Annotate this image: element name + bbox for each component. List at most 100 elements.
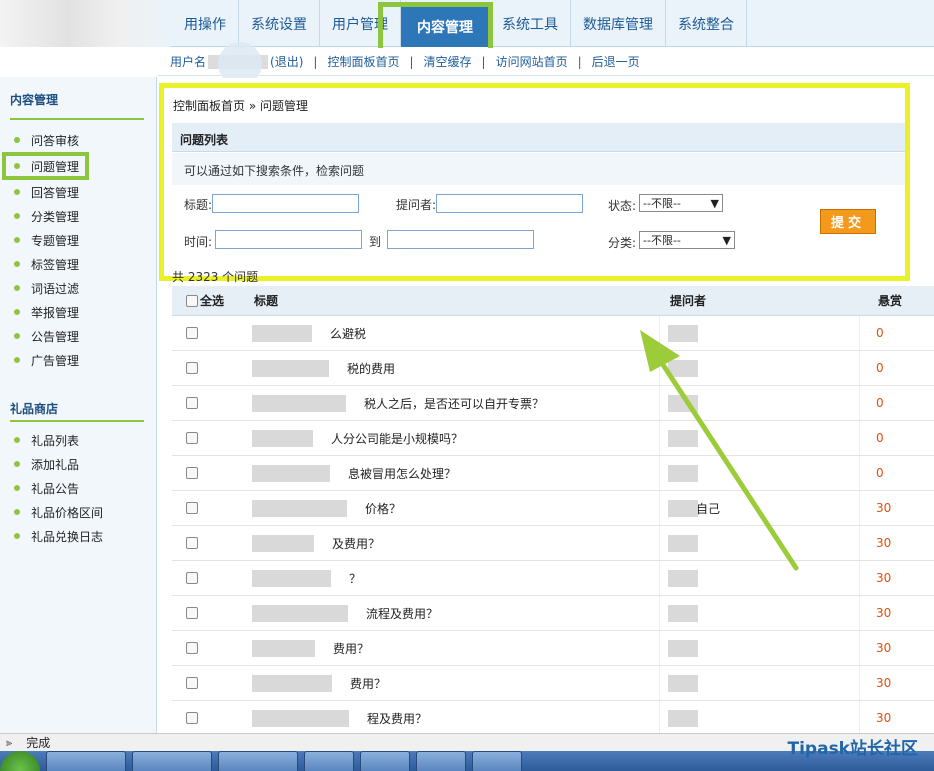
table-row[interactable]: 息被冒用怎么处理？ 0 xyxy=(172,456,934,491)
row-title-cell[interactable]: 价格？ xyxy=(250,491,660,525)
sidebar-item-topic-management[interactable]: 专题管理 xyxy=(0,228,156,252)
taskbar-app[interactable] xyxy=(46,751,126,771)
table-row[interactable]: ？ 30 xyxy=(172,561,934,596)
row-select-cell[interactable] xyxy=(172,467,250,479)
row-checkbox[interactable] xyxy=(186,572,198,584)
row-checkbox[interactable] xyxy=(186,432,198,444)
link-control-panel-home[interactable]: 控制面板首页 xyxy=(327,53,399,70)
row-title-cell[interactable]: 费用？ xyxy=(250,631,660,665)
row-checkbox[interactable] xyxy=(186,502,198,514)
start-button[interactable] xyxy=(0,751,40,771)
row-select-cell[interactable] xyxy=(172,607,250,619)
row-select-cell[interactable] xyxy=(172,432,250,444)
nav-tab-database-management[interactable]: 数据库管理 xyxy=(571,0,666,47)
table-row[interactable]: 及费用？ 30 xyxy=(172,526,934,561)
question-title[interactable]: 费用？ xyxy=(350,675,386,692)
select-all-checkbox[interactable] xyxy=(186,294,198,307)
row-checkbox[interactable] xyxy=(186,607,198,619)
row-checkbox[interactable] xyxy=(186,397,198,409)
taskbar-app[interactable] xyxy=(218,751,298,771)
table-row[interactable]: 价格？ 自己 30 xyxy=(172,491,934,526)
question-title[interactable]: 费用？ xyxy=(333,640,369,657)
question-title[interactable]: 流程及费用？ xyxy=(366,605,438,622)
row-title-cell[interactable]: 人分公司能是小规模吗？ xyxy=(250,421,660,455)
question-title[interactable]: ？ xyxy=(349,570,361,587)
redacted-text xyxy=(668,709,698,727)
logout-link[interactable]: 退出 xyxy=(275,55,299,69)
question-title[interactable]: 人分公司能是小规模吗？ xyxy=(331,430,463,447)
row-select-cell[interactable] xyxy=(172,712,250,724)
table-row[interactable]: 费用？ 30 xyxy=(172,631,934,666)
row-title-cell[interactable]: 及费用？ xyxy=(250,526,660,560)
nav-tab-operations[interactable]: 用操作 xyxy=(172,0,239,47)
question-title[interactable]: 么避税 xyxy=(330,325,366,342)
bullet-icon xyxy=(14,509,20,515)
taskbar-app[interactable] xyxy=(132,751,212,771)
row-title-cell[interactable]: 流程及费用？ xyxy=(250,596,660,630)
bullet-icon xyxy=(14,437,20,443)
question-title[interactable]: 及费用？ xyxy=(332,535,380,552)
nav-tab-system-tools[interactable]: 系统工具 xyxy=(490,0,571,47)
sidebar-item-tag-management[interactable]: 标签管理 xyxy=(0,252,156,276)
sidebar-item-question-management[interactable]: 问题管理 xyxy=(2,152,89,180)
sidebar-item-add-gift[interactable]: 添加礼品 xyxy=(0,452,156,476)
row-title-cell[interactable]: 息被冒用怎么处理？ xyxy=(250,456,660,490)
row-checkbox[interactable] xyxy=(186,712,198,724)
row-checkbox[interactable] xyxy=(186,537,198,549)
sidebar-item-report-management[interactable]: 举报管理 xyxy=(0,300,156,324)
row-checkbox[interactable] xyxy=(186,327,198,339)
question-title[interactable]: 息被冒用怎么处理？ xyxy=(348,465,456,482)
question-title[interactable]: 价格？ xyxy=(365,500,401,517)
taskbar-app[interactable] xyxy=(304,751,354,771)
taskbar-app[interactable] xyxy=(360,751,410,771)
nav-tab-system-integration[interactable]: 系统整合 xyxy=(666,0,747,47)
sidebar-item-label: 问题管理 xyxy=(31,159,80,174)
row-title-cell[interactable]: 程及费用？ xyxy=(250,701,660,735)
row-checkbox[interactable] xyxy=(186,467,198,479)
link-go-back[interactable]: 后退一页 xyxy=(592,53,640,70)
row-select-cell[interactable] xyxy=(172,362,250,374)
select-all-cell[interactable]: 全选 xyxy=(172,292,250,309)
sidebar-item-gift-notice[interactable]: 礼品公告 xyxy=(0,476,156,500)
row-asker-cell xyxy=(660,421,860,455)
question-title[interactable]: 税人之后，是否还可以自开专票？ xyxy=(364,395,544,412)
link-visit-site[interactable]: 访问网站首页 xyxy=(496,53,568,70)
sidebar-item-category-management[interactable]: 分类管理 xyxy=(0,204,156,228)
row-select-cell[interactable] xyxy=(172,537,250,549)
table-row[interactable]: 税的费用 0 xyxy=(172,351,934,386)
sidebar-item-ad-management[interactable]: 广告管理 xyxy=(0,348,156,372)
row-checkbox[interactable] xyxy=(186,362,198,374)
table-row[interactable]: 税人之后，是否还可以自开专票？ 0 xyxy=(172,386,934,421)
table-row[interactable]: 流程及费用？ 30 xyxy=(172,596,934,631)
link-clear-cache[interactable]: 清空缓存 xyxy=(424,53,472,70)
sidebar-item-qa-review[interactable]: 问答审核 xyxy=(0,128,156,152)
row-select-cell[interactable] xyxy=(172,642,250,654)
row-title-cell[interactable]: 税人之后，是否还可以自开专票？ xyxy=(250,386,660,420)
sidebar-item-gift-price-range[interactable]: 礼品价格区间 xyxy=(0,500,156,524)
taskbar-app[interactable] xyxy=(472,751,522,771)
sidebar-item-notice-management[interactable]: 公告管理 xyxy=(0,324,156,348)
nav-tab-system-settings[interactable]: 系统设置 xyxy=(239,0,320,47)
row-checkbox[interactable] xyxy=(186,677,198,689)
table-row[interactable]: 费用？ 30 xyxy=(172,666,934,701)
question-title[interactable]: 程及费用？ xyxy=(367,710,427,727)
row-select-cell[interactable] xyxy=(172,502,250,514)
row-select-cell[interactable] xyxy=(172,677,250,689)
sidebar-item-gift-exchange-log[interactable]: 礼品兑换日志 xyxy=(0,524,156,548)
row-checkbox[interactable] xyxy=(186,642,198,654)
row-select-cell[interactable] xyxy=(172,397,250,409)
table-row[interactable]: 人分公司能是小规模吗？ 0 xyxy=(172,421,934,456)
row-select-cell[interactable] xyxy=(172,572,250,584)
taskbar-app[interactable] xyxy=(416,751,466,771)
row-title-cell[interactable]: 税的费用 xyxy=(250,351,660,385)
sidebar-item-gift-list[interactable]: 礼品列表 xyxy=(0,428,156,452)
sidebar-item-word-filter[interactable]: 词语过滤 xyxy=(0,276,156,300)
row-title-cell[interactable]: 费用？ xyxy=(250,666,660,700)
sidebar-item-answer-management[interactable]: 回答管理 xyxy=(0,180,156,204)
row-title-cell[interactable]: 么避税 xyxy=(250,316,660,350)
table-row[interactable]: 程及费用？ 30 xyxy=(172,701,934,736)
row-select-cell[interactable] xyxy=(172,327,250,339)
table-row[interactable]: 么避税 0 xyxy=(172,316,934,351)
row-title-cell[interactable]: ？ xyxy=(250,561,660,595)
question-title[interactable]: 税的费用 xyxy=(347,360,395,377)
